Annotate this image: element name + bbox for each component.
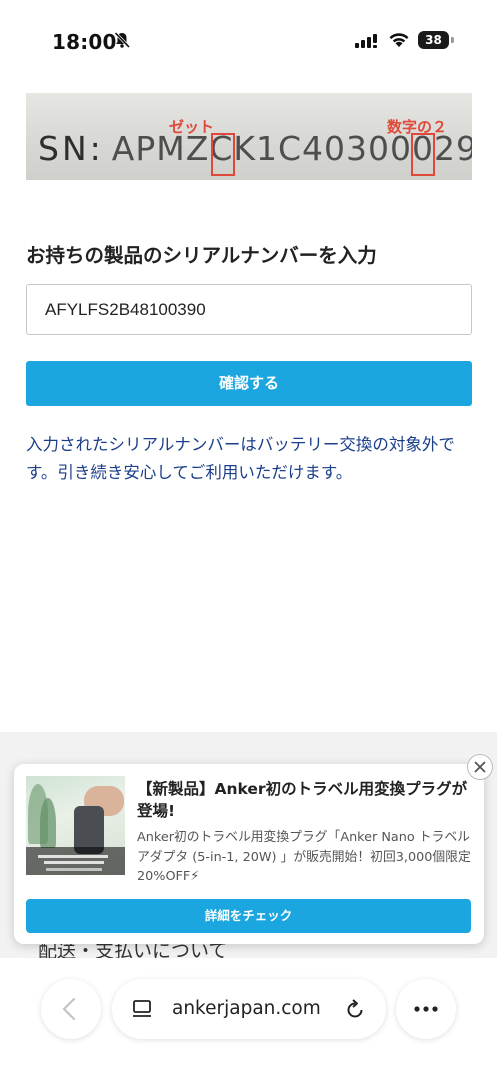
serial-example-prefix: SN: (38, 129, 104, 168)
page-menu-icon[interactable] (132, 999, 152, 1019)
status-time: 18:00 (52, 30, 117, 54)
promo-close-button[interactable] (467, 754, 493, 780)
status-bar: 18:00 38 (0, 0, 497, 82)
promo-popup: 【新製品】Anker初のトラベル用変換プラグが登場! Anker初のトラベル用変… (14, 764, 484, 944)
battery-level: 38 (425, 33, 442, 47)
signal-icon (355, 34, 377, 48)
serial-number-input[interactable] (26, 284, 472, 335)
chevron-left-icon (62, 997, 76, 1021)
wifi-icon (389, 33, 409, 47)
serial-example-text: SN: APMZCK1C40300029 (38, 129, 472, 168)
promo-product-image[interactable] (26, 776, 125, 875)
reload-icon[interactable] (344, 998, 366, 1020)
result-message: 入力されたシリアルナンバーはバッテリー交換の対象外です。引き続き安心してご利用い… (26, 435, 455, 482)
annotation-box-two (411, 133, 435, 176)
address-bar[interactable]: ankerjapan.com (112, 979, 386, 1039)
promo-details-button[interactable]: 詳細をチェック (26, 899, 471, 933)
promo-description: Anker初のトラベル用変換プラグ「Anker Nano トラベルアダプタ (5… (137, 830, 471, 884)
close-icon (474, 761, 486, 773)
more-dots-icon (414, 1006, 438, 1012)
serial-example-image: ゼット 数字の２ SN: APMZCK1C40300029 (26, 93, 472, 180)
url-text: ankerjapan.com (172, 998, 321, 1019)
annotation-box-zero (211, 133, 235, 176)
confirm-button[interactable]: 確認する (26, 361, 472, 406)
page-heading: お持ちの製品のシリアルナンバーを入力 (26, 244, 377, 267)
back-button[interactable] (41, 979, 101, 1039)
promo-title: 【新製品】Anker初のトラベル用変換プラグが登場! (137, 780, 468, 820)
bell-slash-icon (114, 31, 131, 49)
more-menu-button[interactable] (396, 979, 456, 1039)
battery-icon: 38 (418, 31, 454, 49)
